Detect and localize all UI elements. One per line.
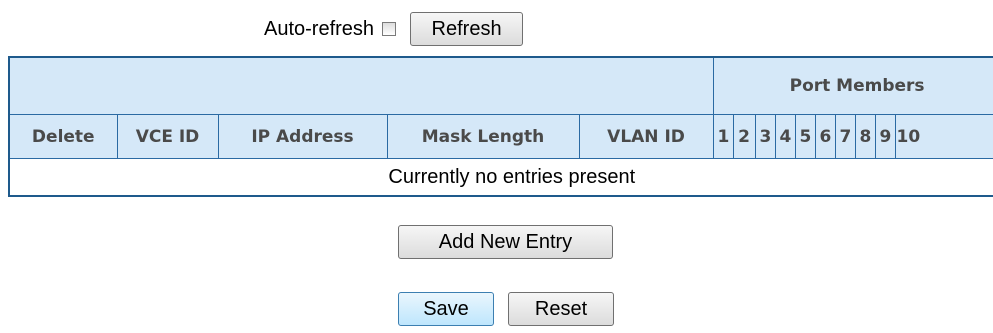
col-port-10: 10 [894,114,993,159]
auto-refresh-label: Auto-refresh [264,17,375,40]
col-mask-length: Mask Length [386,114,580,159]
auto-refresh-checkbox[interactable] [382,22,397,36]
col-port-4: 4 [774,114,796,159]
col-delete: Delete [8,114,118,159]
col-port-6: 6 [814,114,836,159]
col-vce-id: VCE ID [116,114,219,159]
save-button[interactable]: Save [398,292,494,326]
col-vlan-id: VLAN ID [578,114,714,159]
table-row: Currently no entries present [9,158,993,196]
refresh-bar: Auto-refresh Refresh [264,11,524,47]
col-port-5: 5 [794,114,816,159]
port-members-label: Port Members [789,76,925,96]
col-port-2: 2 [732,114,756,159]
col-port-3: 3 [754,114,776,159]
empty-message-text: Currently no entries present [388,165,636,188]
col-port-1: 1 [712,114,734,159]
col-ip-address: IP Address [217,114,388,159]
col-port-7: 7 [834,114,856,159]
group-header-blank [8,56,714,115]
col-port-8: 8 [854,114,876,159]
table-group-header-row: Port Members [8,56,993,115]
add-new-entry-button[interactable]: Add New Entry [398,225,613,259]
empty-message: Currently no entries present [9,158,993,196]
form-actions: Save Reset [398,292,614,326]
table-column-header-row: Delete VCE ID IP Address Mask Length VLA… [8,114,993,159]
page: Auto-refresh Refresh Port Members Delete… [0,0,993,333]
vce-table-container: Port Members Delete VCE ID IP Address Ma… [8,56,993,197]
vce-table: Port Members Delete VCE ID IP Address Ma… [8,56,993,197]
reset-button[interactable]: Reset [508,292,614,326]
refresh-button[interactable]: Refresh [410,12,524,46]
port-members-header: Port Members [712,56,993,115]
col-port-9: 9 [874,114,896,159]
